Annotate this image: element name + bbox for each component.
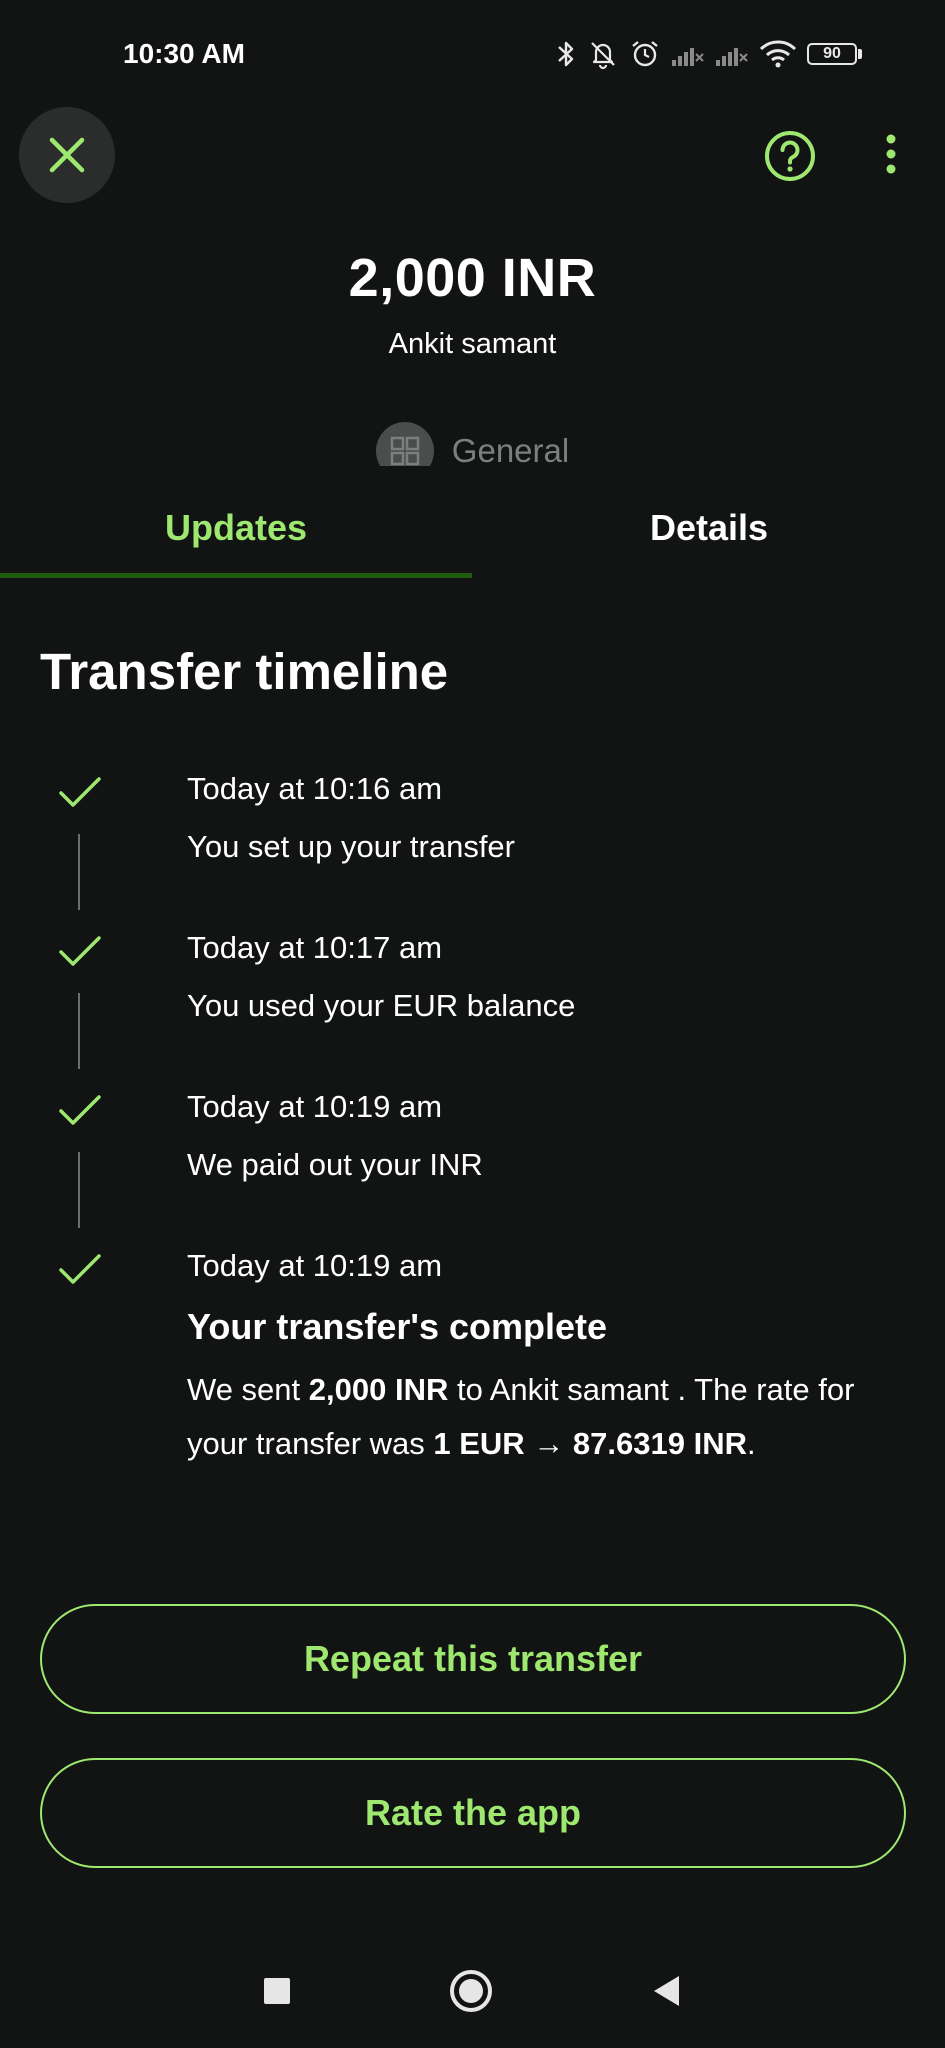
- step-headline: Your transfer's complete: [187, 1306, 608, 1347]
- battery-icon: 90: [807, 43, 862, 65]
- more-options-button[interactable]: [876, 130, 906, 182]
- status-icons: 90: [555, 34, 862, 74]
- step-description: We paid out your INR: [187, 1147, 483, 1182]
- transfer-amount: 2,000 INR: [348, 248, 597, 308]
- step-description: You used your EUR balance: [187, 988, 576, 1023]
- check-icon: [59, 1095, 101, 1125]
- signal-icon: [716, 48, 748, 66]
- close-button[interactable]: [19, 107, 115, 203]
- step-time: Today at 10:19 am: [187, 1248, 443, 1283]
- tab-bar: Updates Details: [0, 478, 945, 580]
- timeline-connector: [78, 834, 80, 910]
- check-icon: [59, 1254, 101, 1284]
- tab-updates[interactable]: Updates: [0, 478, 472, 578]
- category-chip[interactable]: General: [0, 420, 945, 466]
- tab-details[interactable]: Details: [473, 478, 945, 578]
- repeat-transfer-button[interactable]: Repeat this transfer: [40, 1604, 906, 1714]
- tab-active-indicator: [0, 573, 472, 578]
- step-time: Today at 10:17 am: [187, 930, 443, 965]
- grid-icon: [375, 422, 434, 466]
- battery-level: 90: [807, 43, 857, 65]
- back-button[interactable]: [651, 1974, 681, 2008]
- signal-icon: [672, 48, 704, 66]
- step-body: We sent 2,000 INR to Ankit samant . The …: [187, 1363, 907, 1471]
- home-button[interactable]: [449, 1969, 493, 2013]
- more-vertical-icon: [886, 134, 896, 174]
- step-time: Today at 10:19 am: [187, 1089, 443, 1124]
- alarm-icon: [632, 41, 658, 67]
- timeline-connector: [78, 1152, 80, 1228]
- body-text: We sent: [187, 1372, 309, 1407]
- body-rate: 1 EUR → 87.6319 INR: [433, 1426, 747, 1461]
- body-text: .: [746, 1426, 756, 1461]
- timeline-title: Transfer timeline: [40, 643, 449, 700]
- timeline-connector: [78, 993, 80, 1069]
- help-circle-icon: [765, 131, 815, 181]
- status-time: 10:30 AM: [123, 38, 245, 69]
- step-description: You set up your transfer: [187, 829, 515, 864]
- check-icon: [59, 777, 101, 807]
- recipient-name: Ankit samant: [388, 328, 557, 360]
- category-label: General: [451, 432, 570, 466]
- bell-off-icon: [591, 42, 615, 70]
- help-button[interactable]: [764, 130, 816, 182]
- check-icon: [59, 936, 101, 966]
- bluetooth-icon: [558, 41, 574, 67]
- rate-app-button[interactable]: Rate the app: [40, 1758, 906, 1868]
- body-amount: 2,000 INR: [308, 1372, 449, 1407]
- step-time: Today at 10:16 am: [187, 771, 443, 806]
- close-icon: [49, 137, 85, 173]
- wifi-icon: [759, 40, 797, 68]
- recents-button[interactable]: [264, 1978, 290, 2004]
